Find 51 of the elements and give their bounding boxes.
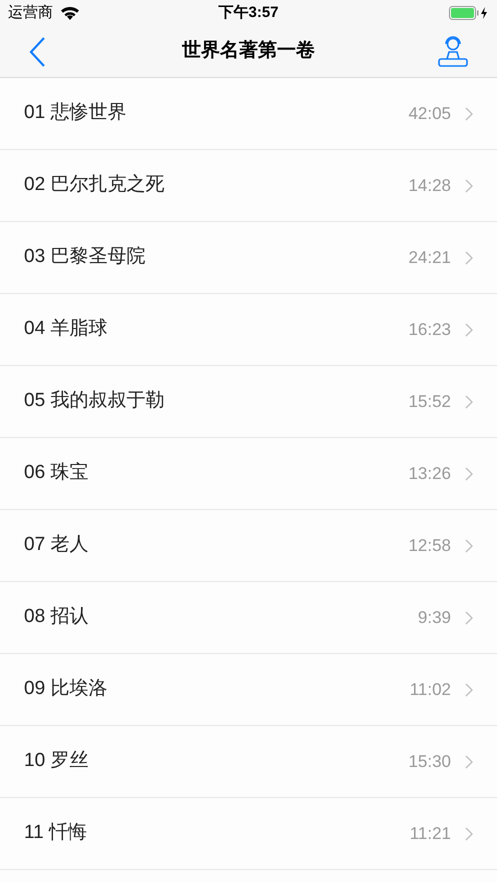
- chevron-right-icon: [465, 682, 473, 696]
- chevron-right-icon: [465, 250, 473, 264]
- track-duration: 24:21: [408, 246, 451, 269]
- chevron-right-icon: [465, 610, 473, 624]
- chevron-right-icon: [465, 394, 473, 408]
- track-row[interactable]: 08 招认 9:39: [0, 582, 497, 654]
- track-title: 05 我的叔叔于勒: [24, 389, 166, 414]
- track-duration: 9:39: [418, 606, 451, 629]
- track-row[interactable]: 11 忏悔 11:21: [0, 798, 497, 870]
- wifi-icon: [61, 6, 79, 20]
- track-row[interactable]: 03 巴黎圣母院 24:21: [0, 222, 497, 294]
- chevron-right-icon: [465, 322, 473, 336]
- track-title: 07 老人: [24, 533, 90, 558]
- track-row[interactable]: 05 我的叔叔于勒 15:52: [0, 366, 497, 438]
- track-title: 08 招认: [24, 605, 90, 630]
- track-duration: 15:30: [408, 750, 451, 773]
- track-title: 04 羊脂球: [24, 317, 108, 342]
- track-row[interactable]: 04 羊脂球 16:23: [0, 294, 497, 366]
- listener-icon[interactable]: [437, 35, 469, 68]
- track-title: 09 比埃洛: [24, 677, 108, 702]
- chevron-right-icon: [465, 754, 473, 768]
- track-title: 11 忏悔: [24, 821, 88, 846]
- track-row[interactable]: 02 巴尔扎克之死 14:28: [0, 150, 497, 222]
- chevron-right-icon: [465, 538, 473, 552]
- track-row[interactable]: 06 珠宝 13:26: [0, 438, 497, 510]
- track-row[interactable]: 07 老人 12:58: [0, 510, 497, 582]
- track-duration: 42:05: [408, 102, 451, 125]
- clock-time: 下午3:57: [218, 2, 279, 23]
- chevron-right-icon: [465, 106, 473, 120]
- track-duration: 11:21: [410, 822, 451, 845]
- chevron-right-icon: [465, 826, 473, 840]
- battery-charging-icon: [449, 6, 489, 20]
- track-title: 03 巴黎圣母院: [24, 245, 146, 270]
- track-duration: 11:02: [410, 678, 451, 701]
- track-row[interactable]: 09 比埃洛 11:02: [0, 654, 497, 726]
- track-title: 06 珠宝: [24, 461, 90, 486]
- track-duration: 14:28: [408, 174, 451, 197]
- track-title: 10 罗丝: [24, 749, 90, 774]
- track-duration: 13:26: [408, 462, 451, 485]
- back-icon[interactable]: [28, 36, 46, 68]
- track-row[interactable]: 10 罗丝 15:30: [0, 726, 497, 798]
- nav-title: 世界名著第一卷: [182, 38, 315, 64]
- track-duration: 12:58: [408, 534, 451, 557]
- carrier-name: 运营商: [8, 2, 53, 23]
- track-row[interactable]: 01 悲惨世界 42:05: [0, 78, 497, 150]
- chevron-right-icon: [465, 466, 473, 480]
- track-duration: 16:23: [408, 318, 451, 341]
- track-title: 02 巴尔扎克之死: [24, 173, 166, 198]
- track-duration: 15:52: [408, 390, 451, 413]
- track-title: 01 悲惨世界: [24, 101, 128, 126]
- chevron-right-icon: [465, 178, 473, 192]
